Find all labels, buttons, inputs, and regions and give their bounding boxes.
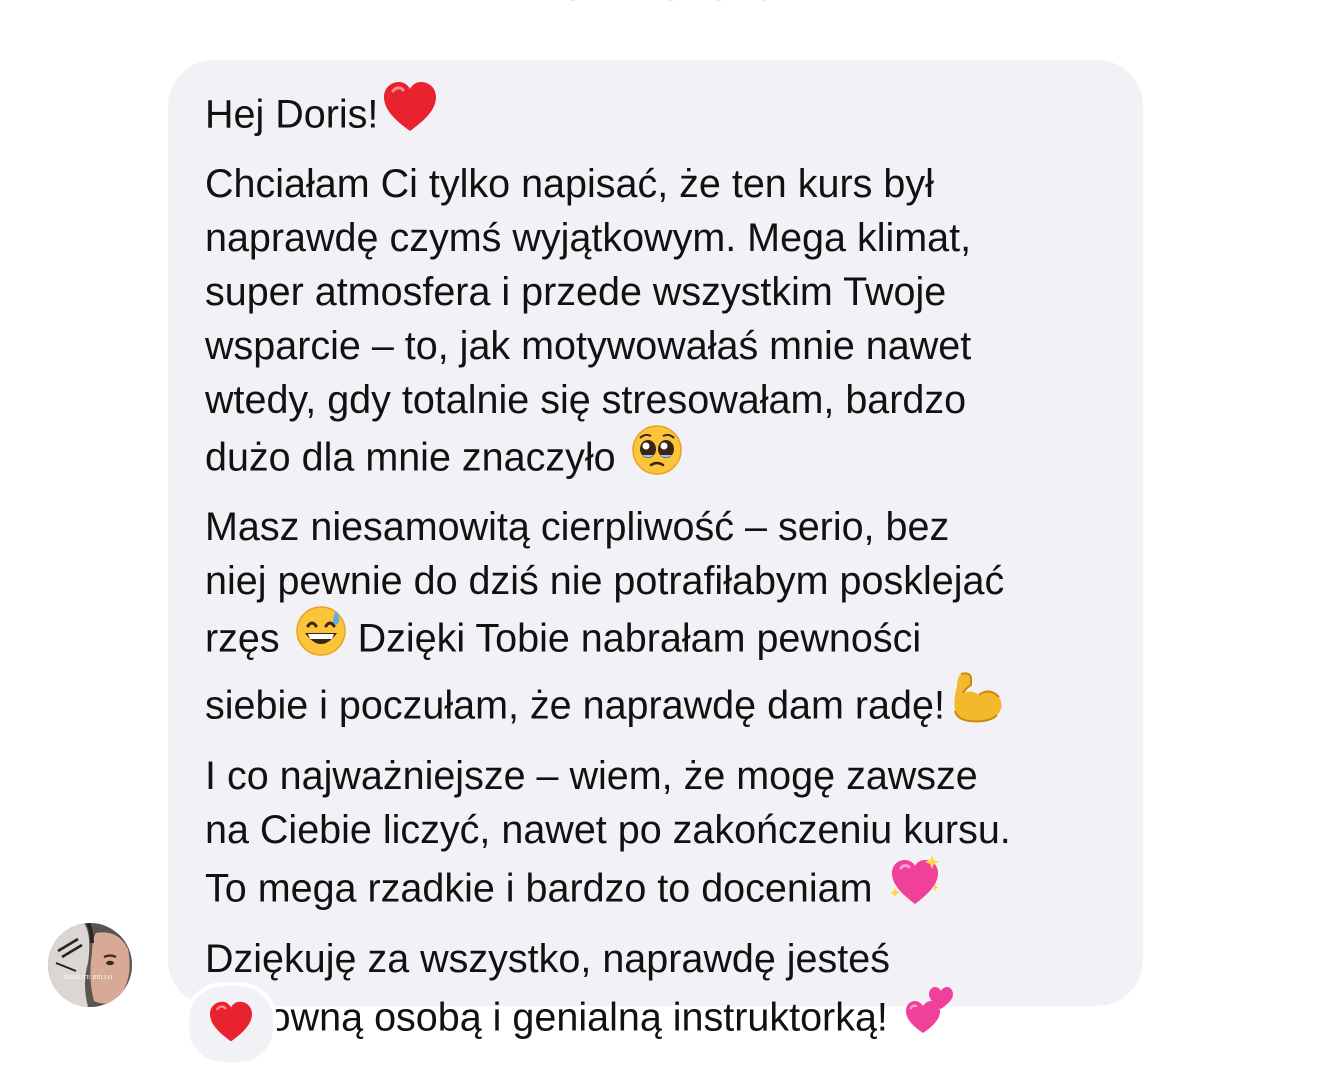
message-line: Dzięki Tobie nabrałam pewności <box>357 616 922 661</box>
grinning-sweat-emoji-icon <box>295 605 347 671</box>
avatar-logo-text: BISOUTE BELLO <box>64 975 113 981</box>
paragraph-3: I co najważniejsze – wiem, że mogę zawsz… <box>205 749 1123 925</box>
message-line: super atmosfera i przede wszystkim Twoje <box>205 270 947 314</box>
message-line: To mega rzadkie i bardzo to doceniam <box>205 866 873 911</box>
message-line: Masz niesamowitą cierpliwość – serio, be… <box>205 505 950 549</box>
paragraph-greeting: Hej Doris! <box>205 81 1123 150</box>
message-line: wtedy, gdy totalnie się stresowałam, bar… <box>205 378 967 422</box>
message-line: Dziękuję za wszystko, naprawdę jesteś <box>205 937 890 981</box>
message-line: niej pewnie do dziś nie potrafiłabym pos… <box>205 559 1005 603</box>
message-line: wsparcie – to, jak motywowałaś mnie nawe… <box>205 324 972 368</box>
sparkling-heart-emoji-icon <box>887 854 943 922</box>
message-line: na Ciebie liczyć, nawet po zakończeniu k… <box>205 808 1011 852</box>
two-hearts-emoji-icon <box>903 983 957 1051</box>
paragraph-2: Masz niesamowitą cierpliwość – serio, be… <box>205 500 1123 742</box>
paragraph-1: Chciałam Ci tylko napisać, że ten kurs b… <box>205 157 1123 493</box>
message-line: I co najważniejsze – wiem, że mogę zawsz… <box>205 754 978 798</box>
message-line: Hej Doris! <box>205 92 379 137</box>
message-line: dużo dla mnie znaczyło <box>205 435 616 480</box>
sender-avatar[interactable]: BISOUTE BELLO <box>48 923 132 1007</box>
message-line: siebie i poczułam, że naprawdę dam radę! <box>205 683 945 728</box>
message-bubble[interactable]: Hej Doris! Chciałam Ci tylko napisać, że… <box>168 60 1143 1039</box>
message-line: Chciałam Ci tylko napisać, że ten kurs b… <box>205 162 934 206</box>
flexed-biceps-emoji-icon <box>949 671 1005 739</box>
red-heart-emoji-icon <box>382 81 438 147</box>
red-heart-reaction-icon <box>208 1001 254 1048</box>
message-line: naprawdę czymś wyjątkowym. Mega klimat, <box>205 216 972 260</box>
paragraph-4: Dziękuję za wszystko, naprawdę jesteś cu… <box>205 932 1123 1054</box>
pleading-face-emoji-icon <box>631 424 683 490</box>
message-line: cudowną osobą i genialną instruktorką! <box>205 995 888 1040</box>
reaction-badge[interactable] <box>185 982 277 1066</box>
message-line: rzęs <box>205 616 280 661</box>
timestamp: 13 PAŹ O 20:29 <box>0 0 1320 8</box>
